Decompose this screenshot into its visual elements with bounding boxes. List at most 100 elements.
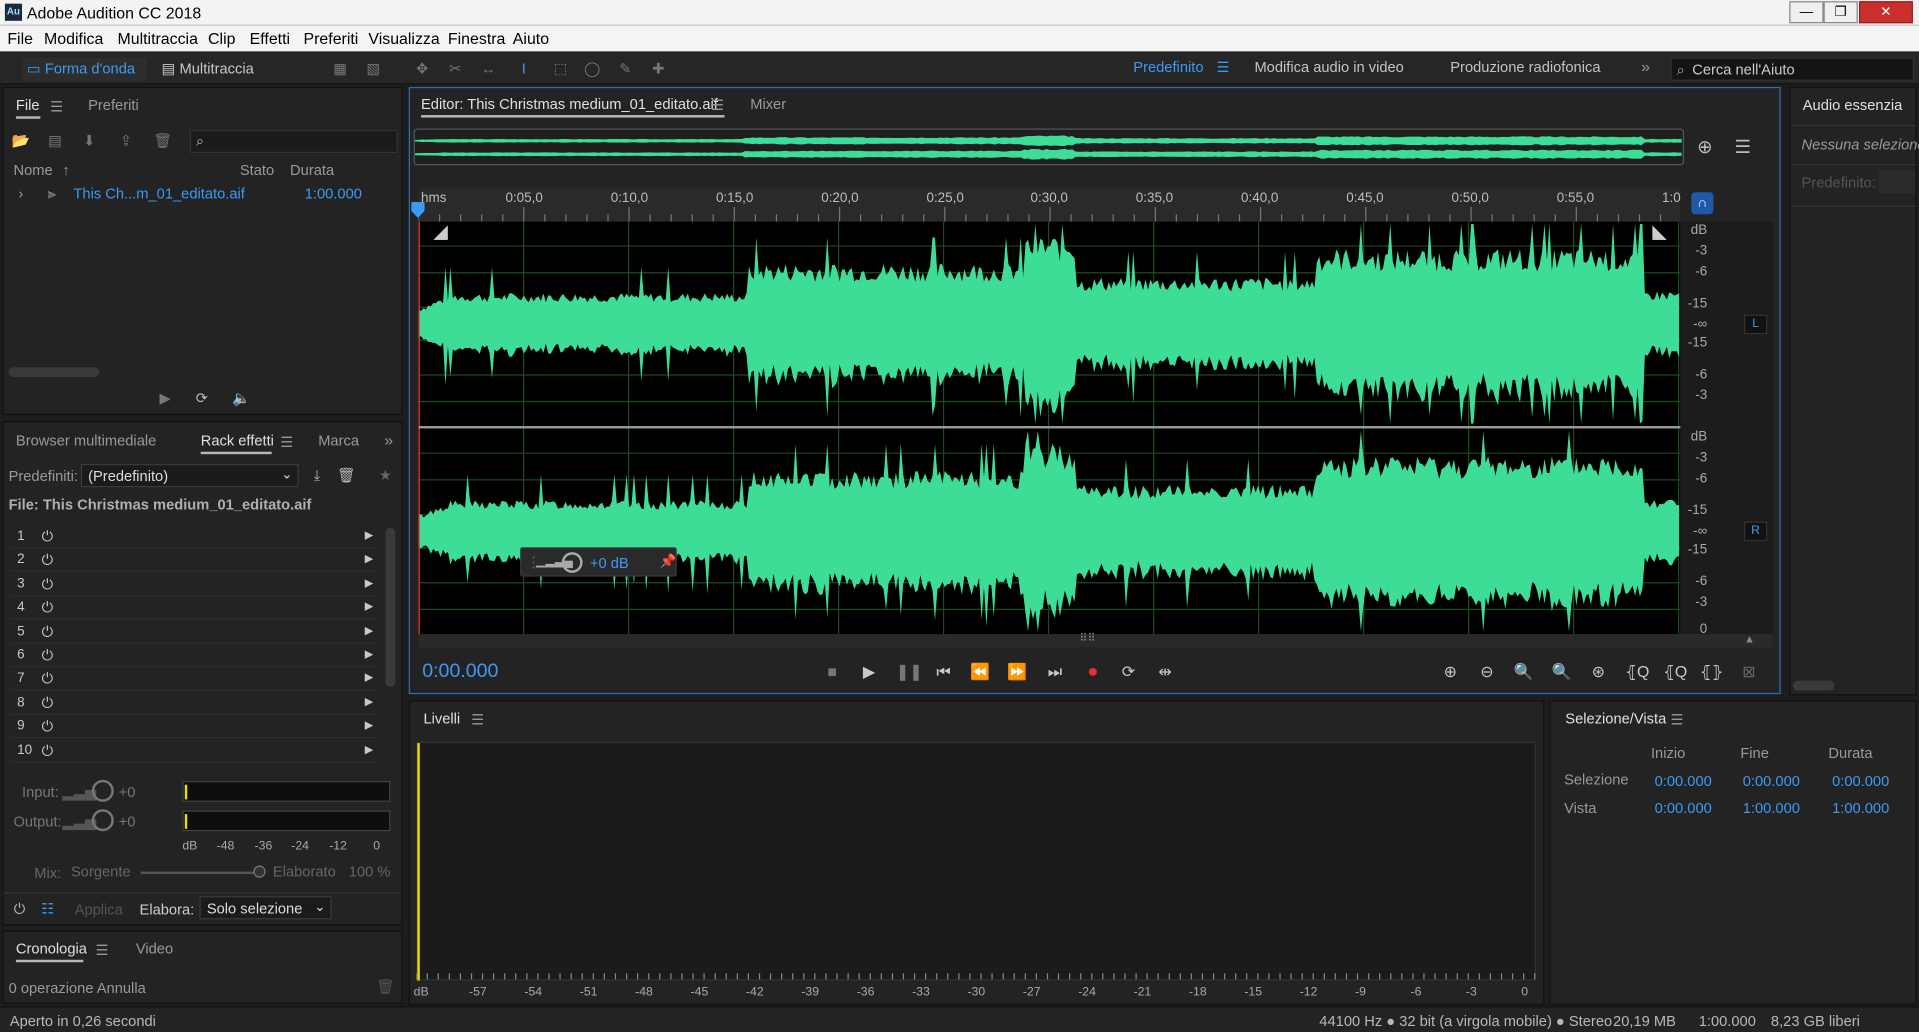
- loop-playback-icon[interactable]: ⟳: [1117, 661, 1139, 683]
- selection-end[interactable]: 0:00.000: [1743, 772, 1800, 789]
- selection-panel-menu-icon[interactable]: ☰: [1671, 711, 1684, 728]
- delete-file-icon[interactable]: 🗑: [153, 131, 173, 151]
- minimize-button[interactable]: —: [1789, 1, 1824, 24]
- delete-preset-icon[interactable]: 🗑: [337, 465, 357, 485]
- column-status[interactable]: Stato: [240, 162, 274, 179]
- insert-icon[interactable]: ⬇: [80, 131, 100, 151]
- input-gain-knob[interactable]: [91, 779, 114, 802]
- razor-tool-icon[interactable]: ✂: [445, 59, 465, 79]
- zoom-in-time-icon[interactable]: 🔍: [1513, 661, 1535, 683]
- menu-multitraccia[interactable]: Multitraccia: [117, 29, 197, 47]
- editor-horizontal-scrollbar[interactable]: ⠿⠿ ▲: [418, 632, 1773, 648]
- menu-visualizza[interactable]: Visualizza: [368, 29, 439, 47]
- slot-arrow-icon[interactable]: ▶: [365, 624, 373, 637]
- right-channel-toggle[interactable]: R: [1743, 521, 1768, 542]
- effect-slot[interactable]: 5 ⏻ ▶: [11, 620, 379, 644]
- power-icon[interactable]: ⏻: [42, 575, 54, 593]
- effect-slot[interactable]: 7 ⏻ ▶: [11, 668, 379, 691]
- editor-menu-icon[interactable]: ☰: [711, 97, 724, 114]
- menu-clip[interactable]: Clip: [208, 29, 235, 47]
- marquee-tool-icon[interactable]: ⬚: [551, 59, 571, 79]
- scroll-up-icon[interactable]: ▲: [1744, 633, 1755, 645]
- zoom-to-selection-icon[interactable]: ⊕: [1695, 138, 1715, 158]
- levels-panel-menu-icon[interactable]: ☰: [471, 711, 484, 728]
- presets-dropdown[interactable]: (Predefinito) ⌄: [80, 463, 299, 488]
- menu-modifica[interactable]: Modifica: [44, 29, 103, 47]
- effect-slot[interactable]: 8 ⏻ ▶: [11, 691, 379, 715]
- power-icon[interactable]: ⏻: [42, 528, 54, 546]
- power-icon[interactable]: ⏻: [42, 551, 54, 569]
- maximize-button[interactable]: ❐: [1823, 1, 1858, 24]
- horizontal-scrollbar[interactable]: [8, 367, 100, 378]
- effect-slot[interactable]: 1 ⏻ ▶: [11, 525, 379, 549]
- import-file-icon[interactable]: ▤: [45, 131, 65, 151]
- effect-slot[interactable]: 3 ⏻ ▶: [11, 573, 379, 596]
- close-button[interactable]: ✕: [1859, 1, 1913, 24]
- zoom-in-point-icon[interactable]: ⦃Q: [1625, 661, 1649, 683]
- menu-preferiti[interactable]: Preferiti: [304, 29, 359, 47]
- apply-button[interactable]: Applica: [75, 901, 123, 918]
- essential-scrollbar[interactable]: [1792, 680, 1835, 691]
- right-channel-waveform[interactable]: [418, 428, 1681, 635]
- mix-slider-handle[interactable]: [253, 865, 266, 878]
- move-tool-icon[interactable]: ✥: [412, 59, 432, 79]
- hud-gain-control[interactable]: ⋮ ▁▂▃▄ +0 dB 📌: [520, 547, 677, 577]
- view-duration[interactable]: 1:00.000: [1832, 799, 1889, 816]
- export-icon[interactable]: ⇪: [116, 131, 136, 151]
- slot-arrow-icon[interactable]: ▶: [365, 553, 373, 566]
- current-time[interactable]: 0:00.000: [422, 661, 498, 683]
- play-preview-icon[interactable]: ▶: [155, 388, 175, 408]
- slot-arrow-icon[interactable]: ▶: [365, 648, 373, 661]
- more-tabs-icon[interactable]: »: [384, 431, 393, 449]
- waveform-mode-button[interactable]: ▭ Forma d'onda: [22, 57, 147, 81]
- pin-icon[interactable]: 📌: [660, 553, 677, 570]
- auto-play-icon[interactable]: 🔈: [231, 388, 251, 408]
- slot-arrow-icon[interactable]: ▶: [365, 743, 373, 756]
- essential-preset-dropdown[interactable]: [1878, 170, 1916, 194]
- power-icon[interactable]: ⏻: [42, 718, 54, 736]
- power-icon[interactable]: ⏻: [42, 670, 54, 688]
- selection-duration[interactable]: 0:00.000: [1832, 772, 1889, 789]
- slot-arrow-icon[interactable]: ▶: [365, 719, 373, 732]
- time-ruler[interactable]: hms 0:05,0 0:10,0 0:15,0 0:20,0 0:25,0 0…: [418, 188, 1681, 222]
- left-channel-toggle[interactable]: L: [1743, 314, 1768, 335]
- skip-to-start-icon[interactable]: ⏮: [933, 661, 955, 683]
- more-workspaces-icon[interactable]: »: [1641, 58, 1650, 76]
- loop-preview-icon[interactable]: ⟳: [192, 388, 212, 408]
- effect-slot[interactable]: 6 ⏻ ▶: [11, 644, 379, 668]
- help-search-input[interactable]: ⌕ Cerca nell'Aiuto: [1670, 57, 1915, 81]
- zoom-out-point-icon[interactable]: ⦃Q: [1663, 661, 1687, 683]
- tab-history[interactable]: Cronologia: [16, 940, 87, 957]
- left-channel-waveform[interactable]: [418, 221, 1681, 427]
- power-icon[interactable]: ⏻: [42, 646, 54, 664]
- tab-mixer[interactable]: Mixer: [750, 95, 786, 112]
- tab-markers[interactable]: Marca: [318, 432, 359, 449]
- expand-chevron-icon[interactable]: ›: [18, 185, 23, 202]
- tab-media-browser[interactable]: Browser multimediale: [16, 432, 156, 449]
- brush-tool-icon[interactable]: ✎: [616, 59, 636, 79]
- view-start[interactable]: 0:00.000: [1655, 799, 1712, 816]
- output-gain-knob[interactable]: [91, 809, 114, 832]
- process-dropdown[interactable]: Solo selezione ⌄: [199, 896, 332, 920]
- slot-arrow-icon[interactable]: ▶: [365, 671, 373, 684]
- tab-favorites[interactable]: Preferiti: [88, 97, 139, 114]
- zoom-out-full-icon[interactable]: ⊛: [1587, 661, 1609, 683]
- rack-power-icon[interactable]: ⏻: [10, 899, 30, 919]
- effects-panel-menu-icon[interactable]: ☰: [280, 433, 293, 450]
- editor-tab[interactable]: Editor: This Christmas medium_01_editato…: [421, 95, 718, 112]
- spot-healing-icon[interactable]: ✚: [649, 59, 669, 79]
- slip-tool-icon[interactable]: ↔: [479, 59, 499, 79]
- zoom-in-amplitude-icon[interactable]: ⊕: [1439, 661, 1461, 683]
- slot-arrow-icon[interactable]: ▶: [365, 576, 373, 589]
- rewind-icon[interactable]: ⏪: [969, 661, 991, 683]
- stop-icon[interactable]: ■: [821, 661, 843, 683]
- zoom-selection-icon[interactable]: ⦃⦄: [1700, 661, 1723, 683]
- tab-effects-rack[interactable]: Rack effetti: [201, 432, 274, 449]
- history-panel-menu-icon[interactable]: ☰: [95, 941, 108, 958]
- multitrack-mode-button[interactable]: ▤ Multitraccia: [157, 58, 279, 81]
- skip-selection-icon[interactable]: ⇹: [1154, 661, 1176, 683]
- zoom-to-selection-icon[interactable]: ⊠: [1738, 661, 1760, 683]
- slot-arrow-icon[interactable]: ▶: [365, 600, 373, 613]
- delete-history-icon[interactable]: 🗑: [376, 977, 396, 997]
- list-view-icon[interactable]: ☷: [38, 899, 58, 919]
